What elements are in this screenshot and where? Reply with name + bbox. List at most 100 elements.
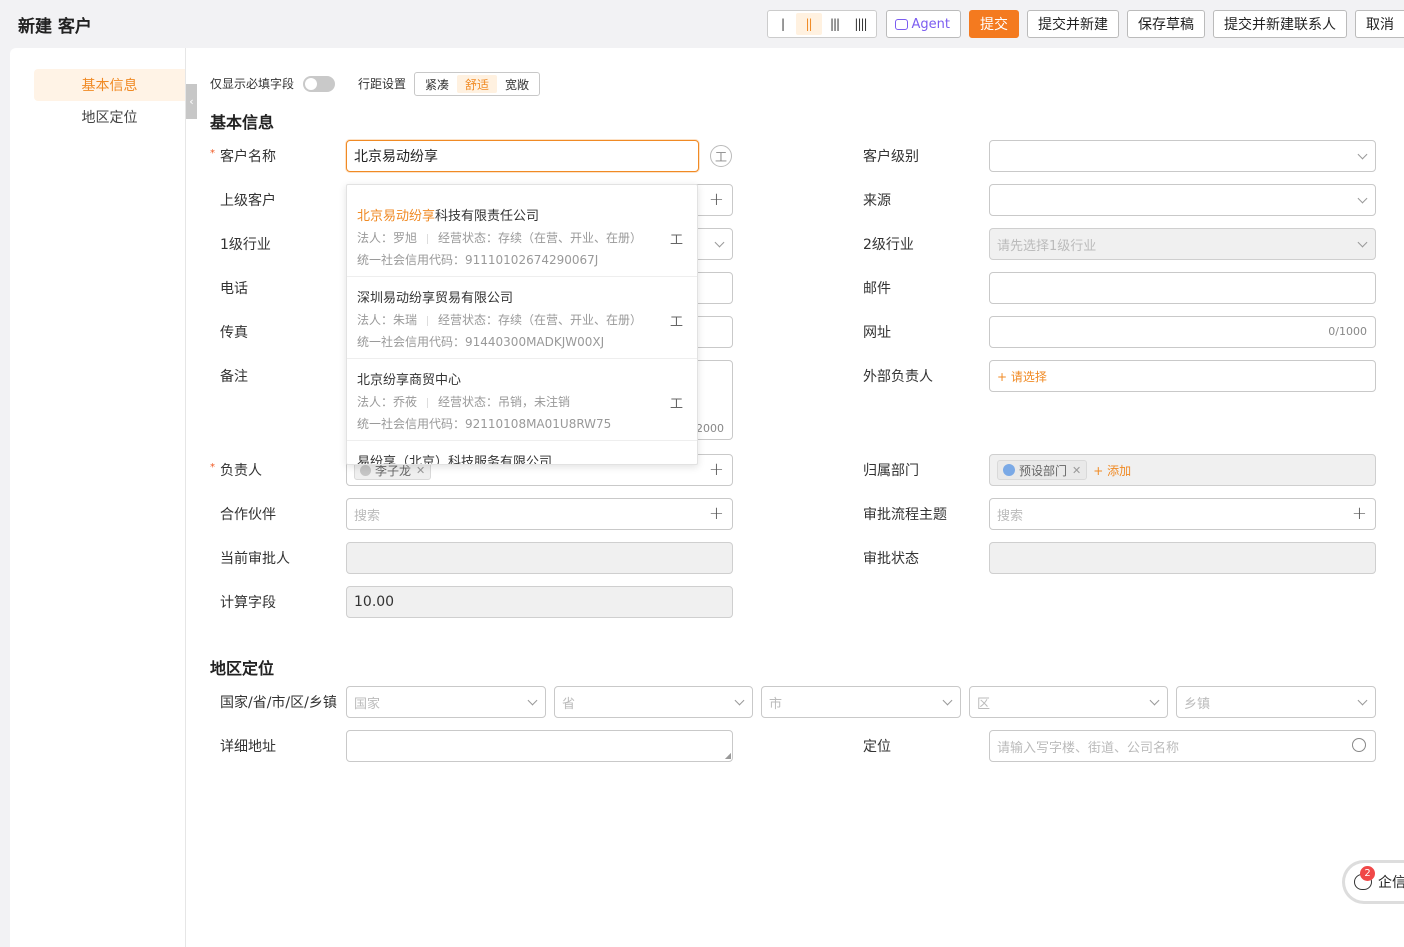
chevron-down-icon [714,237,725,248]
required-only-label: 仅显示必填字段 [210,77,295,91]
department-field[interactable]: 预设部门 ✕ + 添加 [989,454,1376,486]
calc-field-value: 10.00 [346,586,733,618]
source-label: 来源 [863,193,891,209]
required-mark: * [210,462,215,473]
business-lookup-icon[interactable]: 工 [710,145,732,167]
department-tag: 预设部门 ✕ [997,460,1088,480]
customer-name-label: * 客户名称 [210,148,276,165]
industry2-label: 2级行业 [863,237,914,253]
suggestion-item[interactable]: 深圳易动纷享贸易有限公司 法人：朱瑞 经营状态：存续（在营、开业、在册） 统一社会… [347,277,697,359]
remove-icon[interactable]: ✕ [416,464,425,477]
spacing-comfortable[interactable]: 舒适 [457,75,498,93]
chevron-down-icon [1357,237,1368,248]
external-owner-field[interactable]: + 请选择 [989,360,1376,392]
row-spacing-options: 紧凑 舒适 宽敞 [414,72,541,96]
chevron-down-icon [942,695,953,706]
chevron-down-icon [1149,695,1160,706]
area-label: 国家/省/市/区/乡镇 [220,695,337,711]
collapse-nav-handle[interactable]: ‹ [186,84,197,119]
address-textarea[interactable]: ◢ [346,730,733,762]
parent-customer-label: 上级客户 [220,193,276,209]
approval-status-field [989,542,1376,574]
plus-icon[interactable]: + [709,191,724,209]
chevron-down-icon [734,695,745,706]
province-select[interactable]: 省 [554,686,753,718]
customer-suggestion-dropdown: 北京易动纷享科技有限责任公司 法人：罗旭 经营状态：存续（在营、开业、在册） 统一… [346,184,698,465]
remark-counter: 2000 [696,422,724,435]
customer-level-label: 客户级别 [863,149,919,165]
business-info-icon[interactable]: 工 [670,393,683,412]
region-title: 地区定位 [210,659,275,678]
spacing-loose[interactable]: 宽敞 [497,75,537,93]
country-select[interactable]: 国家 [346,686,546,718]
density-2-columns[interactable]: || [795,13,822,35]
nav-item-basic-info[interactable]: 基本信息 [34,69,185,101]
location-search-input[interactable]: 请输入写字楼、街道、公司名称 [989,730,1376,762]
suggestion-item[interactable]: 北京纷享商贸中心 法人：乔莜 经营状态：吊销，未注销 统一社会信用代码：92110… [347,359,697,441]
density-4-columns[interactable]: |||| [848,13,874,35]
partner-field[interactable]: 搜索 + [346,498,733,530]
source-select[interactable] [989,184,1376,216]
column-density-switch: | || ||| |||| [766,10,877,38]
remove-icon[interactable]: ✕ [1072,464,1081,477]
chat-label: 企信 [1378,875,1404,891]
owner-label: * 负责人 [210,462,262,479]
suggestion-item[interactable]: 易纷享（北京）科技服务有限公司 [347,441,697,464]
section-nav: 基本信息 地区定位 [10,48,186,947]
chat-button[interactable]: 企信 [1342,860,1404,904]
industry1-label: 1级行业 [220,237,271,253]
city-select[interactable]: 市 [761,686,961,718]
plus-icon[interactable]: + [709,505,724,523]
department-icon [1003,464,1015,476]
robot-icon [894,18,908,30]
page-title: 新建 客户 [18,17,92,37]
agent-button[interactable]: Agent [885,10,961,38]
industry2-select: 请先选择1级行业 [989,228,1376,260]
suggestion-item[interactable]: 北京易动纷享科技有限责任公司 法人：罗旭 经营状态：存续（在营、开业、在册） 统一… [347,195,697,277]
add-department-link[interactable]: + 添加 [1093,462,1131,479]
density-1-column[interactable]: | [770,13,796,35]
website-label: 网址 [863,325,891,341]
district-select[interactable]: 区 [969,686,1168,718]
plus-icon[interactable]: + [709,461,724,479]
approval-status-label: 审批状态 [863,551,919,567]
submit-and-new-button[interactable]: 提交并新建 [1027,10,1119,38]
customer-name-input[interactable]: 北京易动纷享 [346,140,699,172]
department-label: 归属部门 [863,463,919,479]
calc-field-label: 计算字段 [220,595,276,611]
cancel-button[interactable]: 取消 [1355,10,1404,38]
plus-icon[interactable]: + [1352,505,1367,523]
save-draft-button[interactable]: 保存草稿 [1127,10,1205,38]
form-card: 基本信息 地区定位 ‹ 仅显示必填字段 行距设置 紧凑 舒适 宽敞 基本信息 *… [10,48,1404,947]
unread-badge: 2 [1360,866,1375,881]
website-input[interactable]: 0/1000 [989,316,1376,348]
customer-level-select[interactable] [989,140,1376,172]
approval-topic-field[interactable]: 搜索 + [989,498,1376,530]
partner-label: 合作伙伴 [220,507,276,523]
business-info-icon[interactable]: 工 [670,311,683,330]
remark-label: 备注 [220,369,248,385]
required-only-toggle[interactable] [303,76,335,92]
required-mark: * [210,148,215,159]
external-owner-label: 外部负责人 [863,369,933,385]
chevron-down-icon [1357,193,1368,204]
density-3-columns[interactable]: ||| [822,13,848,35]
globe-icon[interactable] [1352,738,1366,752]
current-approver-field [346,542,733,574]
select-external-owner-link[interactable]: + 请选择 [997,368,1047,385]
avatar [360,464,371,476]
submit-button[interactable]: 提交 [969,10,1019,38]
approval-topic-label: 审批流程主题 [863,507,947,523]
business-info-icon[interactable]: 工 [670,229,683,248]
website-counter: 0/1000 [1328,325,1367,338]
submit-and-new-contact-button[interactable]: 提交并新建联系人 [1213,10,1347,38]
email-label: 邮件 [863,281,891,297]
spacing-compact[interactable]: 紧凑 [417,75,457,93]
nav-item-region[interactable]: 地区定位 [34,101,185,133]
address-label: 详细地址 [220,739,276,755]
basic-info-title: 基本信息 [210,113,275,132]
resize-handle-icon[interactable]: ◢ [725,751,731,760]
town-select[interactable]: 乡镇 [1176,686,1376,718]
phone-label: 电话 [220,281,248,297]
email-input[interactable] [989,272,1376,304]
